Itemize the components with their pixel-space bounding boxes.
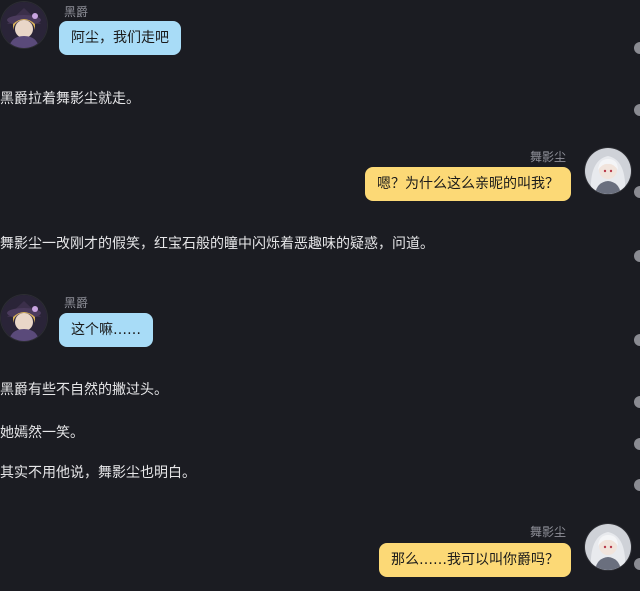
scroll-marker[interactable]	[634, 396, 640, 408]
character-avatar-heijue-icon	[1, 2, 47, 48]
scroll-marker[interactable]	[634, 186, 640, 198]
scroll-marker[interactable]	[634, 334, 640, 346]
scroll-marker[interactable]	[634, 104, 640, 116]
scroll-marker[interactable]	[634, 250, 640, 262]
sender-name: 舞影尘	[529, 150, 566, 164]
chat-bubble[interactable]: 这个嘛……	[59, 313, 153, 347]
avatar-wuyingchen[interactable]	[585, 524, 631, 570]
avatar-heijue[interactable]	[1, 295, 47, 341]
sender-name: 黑爵	[64, 296, 89, 310]
narration-text: 她嫣然一笑。	[0, 425, 84, 441]
scroll-marker[interactable]	[634, 42, 640, 54]
character-avatar-wuyingchen-icon	[585, 148, 631, 194]
scroll-marker[interactable]	[634, 558, 640, 570]
avatar-wuyingchen[interactable]	[585, 148, 631, 194]
chat-bubble[interactable]: 嗯？为什么这么亲昵的叫我？	[365, 167, 571, 201]
scroll-marker[interactable]	[634, 479, 640, 491]
sender-name: 舞影尘	[529, 525, 566, 539]
scroll-marker-track[interactable]	[626, 0, 640, 591]
scroll-marker[interactable]	[634, 438, 640, 450]
character-avatar-wuyingchen-icon	[585, 524, 631, 570]
narration-text: 其实不用他说，舞影尘也明白。	[0, 465, 196, 481]
narration-text: 舞影尘一改刚才的假笑，红宝石般的瞳中闪烁着恶趣味的疑惑，问道。	[0, 236, 434, 252]
narration-text: 黑爵拉着舞影尘就走。	[0, 91, 140, 107]
character-avatar-heijue-icon	[1, 295, 47, 341]
sender-name: 黑爵	[64, 5, 89, 19]
chat-bubble[interactable]: 那么……我可以叫你爵吗？	[379, 543, 571, 577]
chat-log: 黑爵 阿尘，我们走吧 黑爵拉着舞影尘就走。 舞影尘 嗯？为什么这么亲昵的叫我？ …	[0, 0, 640, 591]
chat-bubble[interactable]: 阿尘，我们走吧	[59, 21, 181, 55]
avatar-heijue[interactable]	[1, 2, 47, 48]
narration-text: 黑爵有些不自然的撇过头。	[0, 382, 168, 398]
